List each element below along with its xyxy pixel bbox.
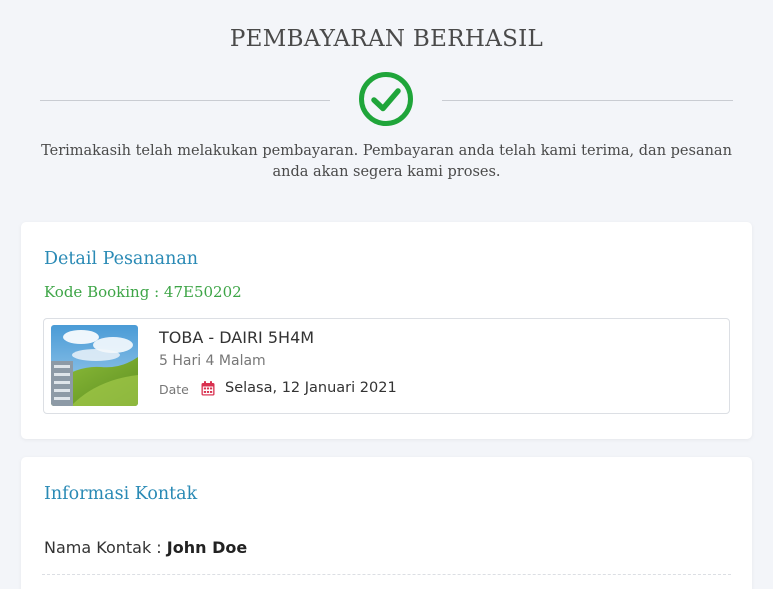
booking-code: Kode Booking : 47E50202: [44, 283, 242, 301]
page-title: PEMBAYARAN BERHASIL: [229, 26, 544, 52]
success-message: Terimakasih telah melakukan pembayaran. …: [41, 143, 732, 180]
contact-name-value: John Doe: [166, 538, 248, 557]
contact-info-title: Informasi Kontak: [44, 484, 198, 504]
tour-duration: 5 Hari 4 Malam: [159, 353, 266, 369]
contact-info-card: Informasi Kontak Nama Kontak : John Doe: [21, 457, 752, 589]
tour-date: Selasa, 12 Januari 2021: [225, 380, 397, 396]
check-circle-icon: [359, 72, 413, 126]
header-divider-right: [442, 100, 733, 101]
contact-divider: [42, 574, 731, 575]
contact-name-label: Nama Kontak :: [44, 538, 167, 557]
order-detail-card: Detail Pesananan Kode Booking : 47E50202: [21, 222, 752, 439]
tour-thumbnail: [51, 325, 138, 406]
contact-name-row: Nama Kontak : John Doe: [44, 538, 247, 557]
header-divider-left: [40, 100, 330, 101]
tour-item: TOBA - DAIRI 5H4M 5 Hari 4 Malam Date Se…: [43, 318, 730, 414]
order-detail-title: Detail Pesananan: [44, 249, 199, 269]
tour-name: TOBA - DAIRI 5H4M: [159, 328, 315, 347]
date-label: Date: [159, 382, 189, 397]
calendar-icon: [201, 381, 215, 396]
